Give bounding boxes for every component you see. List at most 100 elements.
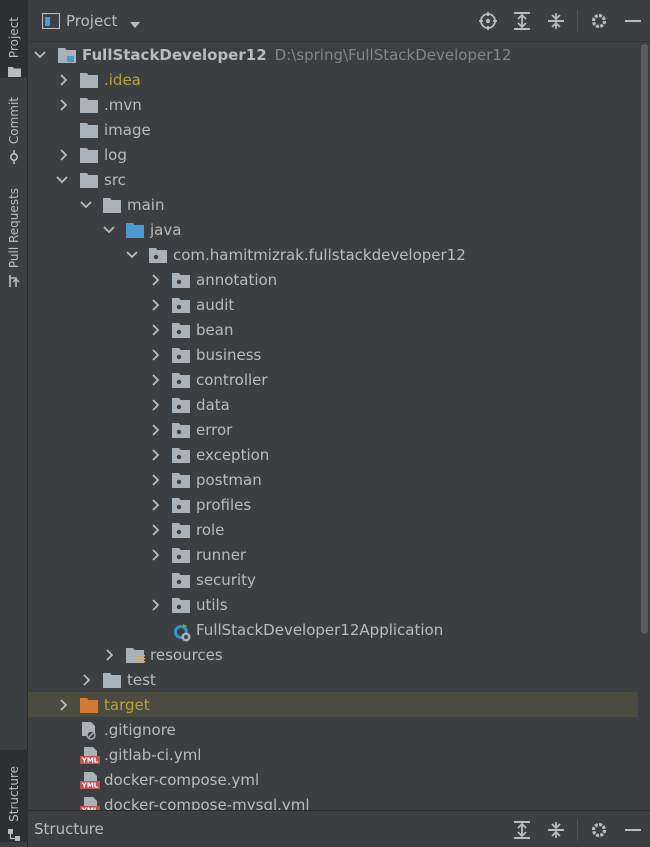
collapse-all-icon[interactable] — [539, 0, 573, 42]
tree-row[interactable]: data — [28, 392, 638, 417]
structure-toolbar — [505, 811, 650, 847]
svg-text:YML: YML — [81, 756, 99, 764]
package-icon — [172, 372, 190, 388]
package-icon — [149, 247, 167, 263]
tree-item-label: exception — [196, 445, 270, 464]
tab-project[interactable]: Project — [0, 0, 28, 78]
tree-row[interactable]: utils — [28, 592, 638, 617]
tree-item-label: utils — [196, 595, 228, 614]
chevron-right-icon[interactable] — [150, 398, 162, 411]
chevron-down-icon[interactable] — [56, 174, 68, 186]
commit-icon — [7, 150, 21, 164]
tree-item-label: docker-compose.yml — [104, 770, 260, 789]
tree-row[interactable]: controller — [28, 367, 638, 392]
chevron-right-icon[interactable] — [150, 373, 162, 386]
chevron-right-icon[interactable] — [150, 598, 162, 611]
chevron-right-icon[interactable] — [150, 273, 162, 286]
chevron-down-icon[interactable] — [129, 16, 141, 28]
tree-row[interactable]: image — [28, 117, 638, 142]
chevron-down-icon[interactable] — [34, 49, 46, 61]
tree-row[interactable]: log — [28, 142, 638, 167]
module-folder-icon — [58, 47, 76, 63]
tree-row[interactable]: FullStackDeveloper12Application — [28, 617, 638, 642]
project-tree[interactable]: FullStackDeveloper12 D:\spring\FullStackD… — [28, 42, 638, 810]
tree-row-root[interactable]: FullStackDeveloper12 D:\spring\FullStackD… — [28, 42, 638, 67]
tree-row[interactable]: resources — [28, 642, 638, 667]
tree-item-label: resources — [150, 645, 223, 664]
tree-row[interactable]: postman — [28, 467, 638, 492]
panel-title[interactable]: Project — [66, 12, 117, 30]
tree-row[interactable]: .mvn — [28, 92, 638, 117]
chevron-right-icon[interactable] — [150, 298, 162, 311]
tree-row[interactable]: audit — [28, 292, 638, 317]
chevron-right-icon[interactable] — [150, 498, 162, 511]
tree-row[interactable]: .gitignore — [28, 717, 638, 742]
structure-panel-header: Structure — [28, 810, 650, 847]
folder-icon — [103, 672, 121, 688]
package-icon — [172, 472, 190, 488]
scrollbar-thumb[interactable] — [641, 44, 648, 634]
tree-item-label: FullStackDeveloper12Application — [196, 620, 444, 639]
project-panel-header: Project — [28, 0, 650, 42]
chevron-right-icon[interactable] — [104, 648, 116, 661]
locate-icon[interactable] — [471, 0, 505, 42]
chevron-right-icon[interactable] — [58, 98, 70, 111]
tree-row[interactable]: com.hamitmizrak.fullstackdeveloper12 — [28, 242, 638, 267]
folder-icon — [80, 122, 98, 138]
tab-commit[interactable]: Commit — [0, 92, 28, 164]
chevron-right-icon[interactable] — [150, 348, 162, 361]
chevron-right-icon[interactable] — [58, 698, 70, 711]
toolbar-divider — [577, 10, 578, 32]
structure-title[interactable]: Structure — [34, 820, 104, 838]
package-icon — [172, 572, 190, 588]
tree-item-label: docker-compose-mysql.yml — [104, 795, 310, 811]
package-icon — [172, 447, 190, 463]
tree-row[interactable]: profiles — [28, 492, 638, 517]
chevron-right-icon[interactable] — [150, 523, 162, 536]
chevron-down-icon[interactable] — [103, 224, 115, 236]
gear-icon[interactable] — [582, 811, 616, 847]
tree-row[interactable]: exception — [28, 442, 638, 467]
chevron-right-icon[interactable] — [150, 548, 162, 561]
tree-item-label: .gitignore — [104, 720, 176, 739]
tree-row[interactable]: error — [28, 417, 638, 442]
chevron-down-icon[interactable] — [126, 249, 138, 261]
tree-row[interactable]: annotation — [28, 267, 638, 292]
tab-structure[interactable]: Structure — [0, 750, 28, 842]
tree-row[interactable]: business — [28, 342, 638, 367]
tab-commit-label: Commit — [7, 96, 21, 144]
chevron-right-icon[interactable] — [150, 323, 162, 336]
tree-row[interactable]: test — [28, 667, 638, 692]
expand-all-icon[interactable] — [505, 0, 539, 42]
expand-all-icon[interactable] — [505, 811, 539, 847]
gear-icon[interactable] — [582, 0, 616, 42]
tree-row-selected[interactable]: target — [28, 692, 638, 717]
chevron-right-icon[interactable] — [81, 673, 93, 686]
chevron-right-icon[interactable] — [58, 73, 70, 86]
tree-row[interactable]: runner — [28, 542, 638, 567]
tree-row[interactable]: YML docker-compose-mysql.yml — [28, 792, 638, 810]
tree-row[interactable]: security — [28, 567, 638, 592]
tree-item-label: .idea — [104, 70, 141, 89]
tree-row[interactable]: role — [28, 517, 638, 542]
tool-window-strip: Project Commit Pull Requests Structure — [0, 0, 28, 847]
minimize-icon[interactable] — [616, 811, 650, 847]
tree-row[interactable]: .idea — [28, 67, 638, 92]
tree-row[interactable]: bean — [28, 317, 638, 342]
vertical-scrollbar[interactable] — [638, 42, 650, 810]
chevron-right-icon[interactable] — [150, 448, 162, 461]
tree-row[interactable]: YML docker-compose.yml — [28, 767, 638, 792]
tree-row[interactable]: main — [28, 192, 638, 217]
collapse-all-icon[interactable] — [539, 811, 573, 847]
tab-pull-requests[interactable]: Pull Requests — [0, 186, 28, 288]
excluded-folder-icon — [80, 697, 98, 713]
tree-row[interactable]: java — [28, 217, 638, 242]
minimize-icon[interactable] — [616, 0, 650, 42]
tree-row[interactable]: YML .gitlab-ci.yml — [28, 742, 638, 767]
chevron-down-icon[interactable] — [80, 199, 92, 211]
chevron-right-icon[interactable] — [150, 423, 162, 436]
chevron-right-icon[interactable] — [150, 473, 162, 486]
tree-row[interactable]: src — [28, 167, 638, 192]
chevron-right-icon[interactable] — [58, 148, 70, 161]
package-icon — [172, 272, 190, 288]
